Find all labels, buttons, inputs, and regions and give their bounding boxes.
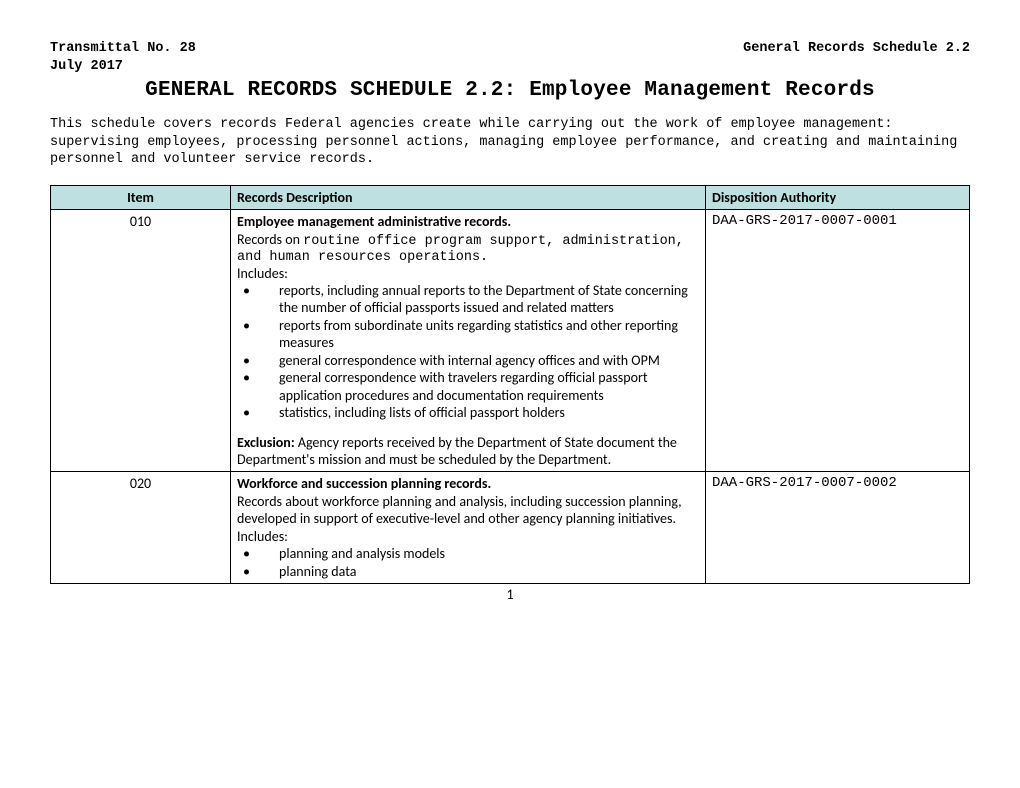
list-item: •planning data bbox=[279, 563, 699, 581]
table-row: 020 Workforce and succession planning re… bbox=[51, 471, 970, 584]
entry-title: Workforce and succession planning record… bbox=[237, 475, 491, 492]
list-item: •general correspondence with travelers r… bbox=[279, 369, 699, 404]
list-item: •planning and analysis models bbox=[279, 545, 699, 563]
lead-text: routine office program support, administ… bbox=[237, 234, 684, 265]
exclusion-text: Agency reports received by the Departmen… bbox=[237, 434, 677, 468]
disposition-authority: DAA-GRS-2017-0007-0002 bbox=[706, 471, 970, 584]
transmittal-no: Transmittal No. 28 bbox=[50, 40, 196, 58]
exclusion-label: Exclusion: bbox=[237, 434, 295, 451]
item-number: 010 bbox=[51, 209, 231, 471]
schedule-name-top: General Records Schedule 2.2 bbox=[743, 40, 970, 58]
list-item: •reports, including annual reports to th… bbox=[279, 282, 699, 317]
lead-text: Records about workforce planning and ana… bbox=[237, 493, 699, 546]
page-number: 1 bbox=[50, 586, 970, 603]
records-description-cell: Employee management administrative recor… bbox=[231, 209, 706, 471]
list-item: •general correspondence with internal ag… bbox=[279, 352, 699, 370]
list-item: •reports from subordinate units regardin… bbox=[279, 317, 699, 352]
disposition-authority: DAA-GRS-2017-0007-0001 bbox=[706, 209, 970, 471]
list-item: •statistics, including lists of official… bbox=[279, 404, 699, 422]
includes-label: Includes: bbox=[237, 265, 699, 282]
doc-header: Transmittal No. 28 General Records Sched… bbox=[50, 40, 970, 58]
records-table: Item Records Description Disposition Aut… bbox=[50, 185, 970, 585]
intro-paragraph: This schedule covers records Federal age… bbox=[50, 116, 970, 169]
lead-label: Records on bbox=[237, 231, 303, 248]
table-header-row: Item Records Description Disposition Aut… bbox=[51, 185, 970, 209]
col-disp: Disposition Authority bbox=[706, 185, 970, 209]
bullet-list: •planning and analysis models •planning … bbox=[237, 545, 699, 580]
table-row: 010 Employee management administrative r… bbox=[51, 209, 970, 471]
col-desc: Records Description bbox=[231, 185, 706, 209]
col-item: Item bbox=[51, 185, 231, 209]
entry-title: Employee management administrative recor… bbox=[237, 213, 511, 230]
doc-date: July 2017 bbox=[50, 58, 970, 76]
item-number: 020 bbox=[51, 471, 231, 584]
exclusion: Exclusion: Agency reports received by th… bbox=[237, 434, 699, 468]
page-title: GENERAL RECORDS SCHEDULE 2.2: Employee M… bbox=[50, 79, 970, 102]
records-description-cell: Workforce and succession planning record… bbox=[231, 471, 706, 584]
bullet-list: •reports, including annual reports to th… bbox=[237, 282, 699, 422]
